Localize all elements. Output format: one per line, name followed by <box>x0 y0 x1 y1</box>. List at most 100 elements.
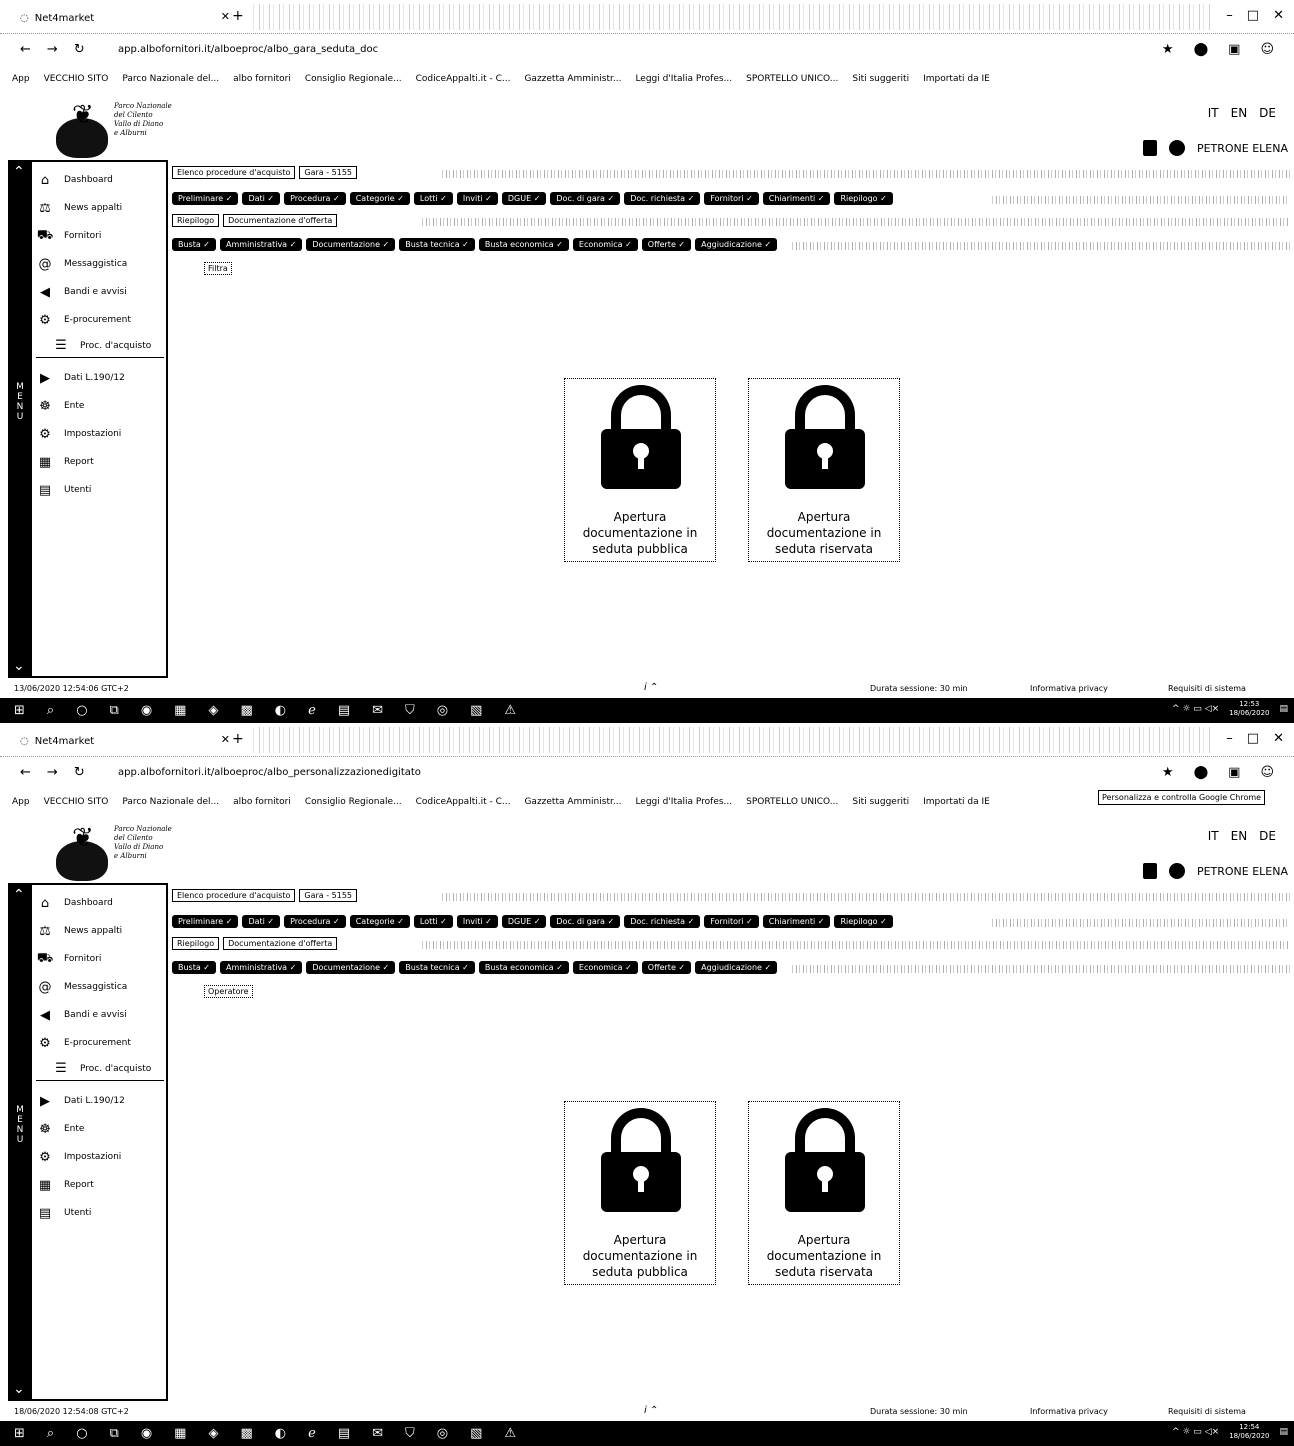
card-private-session[interactable]: Apertura documentazione in seduta riserv… <box>748 378 900 562</box>
scroll-down-icon[interactable]: ⌄ <box>13 658 25 674</box>
sidebar-item[interactable]: ⚖ News appalti <box>36 194 164 222</box>
tab-pill[interactable]: Procedura ✓ <box>284 915 346 928</box>
sidebar-item[interactable]: ⛟ Fornitori <box>36 945 164 973</box>
taskbar-app-icon[interactable]: ⚠ <box>504 703 516 718</box>
tab-pill[interactable]: Doc. di gara ✓ <box>550 192 621 205</box>
tab-pill[interactable]: Preliminare ✓ <box>172 915 239 928</box>
sidebar-item[interactable]: ☰ Proc. d'acquisto <box>36 1057 164 1081</box>
sidebar-item[interactable]: ▶ Dati L.190/12 <box>36 1087 164 1115</box>
requirements-link[interactable]: Requisiti di sistema <box>1168 684 1246 693</box>
sidebar-item[interactable]: ⚙ Impostazioni <box>36 420 164 448</box>
bookmark-item[interactable]: Parco Nazionale del... <box>122 797 219 807</box>
bookmark-item[interactable]: Parco Nazionale del... <box>122 74 219 84</box>
extension-icon-2[interactable]: ▣ <box>1228 765 1240 780</box>
sidebar-item[interactable]: ◀ Bandi e avvisi <box>36 1001 164 1029</box>
extension-icon[interactable]: ⬤ <box>1194 42 1209 57</box>
taskbar-app-icon[interactable]: ▤ <box>338 1426 350 1441</box>
cortana-icon[interactable]: ○ <box>76 1426 87 1441</box>
language-flag-icon[interactable]: EN <box>1231 106 1248 120</box>
bookmark-item[interactable]: Importati da IE <box>923 74 990 84</box>
calendar-icon[interactable] <box>1142 140 1157 156</box>
breadcrumb-list[interactable]: Elenco procedure d'acquisto <box>172 166 296 179</box>
scroll-down-icon[interactable]: ⌄ <box>13 1381 25 1397</box>
tray-icons[interactable]: ^ ☼ ▭ ◁× <box>1172 1427 1219 1437</box>
tab-pill[interactable]: Riepilogo ✓ <box>834 192 893 205</box>
tab-pill[interactable]: Procedura ✓ <box>284 192 346 205</box>
tab-pill[interactable]: Documentazione ✓ <box>306 961 396 974</box>
tab-pill[interactable]: Riepilogo ✓ <box>834 915 893 928</box>
tab-pill[interactable]: Busta tecnica ✓ <box>399 961 475 974</box>
url-field[interactable]: app.albofornitori.it/alboeproc/albo_pers… <box>118 767 421 778</box>
bookmark-item[interactable]: Siti suggeriti <box>852 74 909 84</box>
sidebar-item[interactable]: ⚙ E-procurement <box>36 306 164 334</box>
tray-icons[interactable]: ^ ☼ ▭ ◁× <box>1172 704 1219 714</box>
bookmark-item[interactable]: albo fornitori <box>233 74 291 84</box>
filter-button[interactable]: Operatore <box>204 985 253 998</box>
tab-pill[interactable]: Busta economica ✓ <box>478 961 569 974</box>
back-icon[interactable]: ← <box>20 765 31 780</box>
taskbar-app-icon[interactable]: ▦ <box>174 1426 186 1441</box>
tab-pill[interactable]: Chiarimenti ✓ <box>762 915 831 928</box>
menu-vertical-label[interactable]: MENU <box>15 382 25 422</box>
tab-pill[interactable]: Preliminare ✓ <box>172 192 239 205</box>
sidebar-item[interactable]: ⚙ Impostazioni <box>36 1143 164 1171</box>
tab-pill[interactable]: Lotti ✓ <box>413 915 453 928</box>
taskbar-app-icon[interactable]: ◉ <box>141 703 152 718</box>
extension-icon-2[interactable]: ▣ <box>1228 42 1240 57</box>
taskbar-app-icon[interactable]: ⛉ <box>405 1426 415 1441</box>
language-flag-icon[interactable]: IT <box>1208 106 1219 120</box>
tab-riepilogo[interactable]: Riepilogo <box>172 214 220 227</box>
taskbar-app-icon[interactable]: ▩ <box>240 703 252 718</box>
task-view-icon[interactable]: ⧉ <box>110 703 119 718</box>
bookmark-item[interactable]: Leggi d'Italia Profes... <box>635 797 732 807</box>
reload-icon[interactable]: ↻ <box>74 765 85 780</box>
tab-documentazione[interactable]: Documentazione d'offerta <box>223 214 338 227</box>
language-flag-icon[interactable]: DE <box>1259 106 1276 120</box>
sidebar-item[interactable]: ⚙ E-procurement <box>36 1029 164 1057</box>
new-tab-icon[interactable]: + <box>232 8 244 24</box>
taskbar-app-icon[interactable]: ◈ <box>208 1426 218 1441</box>
bookmark-item[interactable]: Consiglio Regionale... <box>305 74 402 84</box>
tab-pill[interactable]: Chiarimenti ✓ <box>762 192 831 205</box>
maximize-icon[interactable]: □ <box>1247 8 1259 23</box>
tab-pill[interactable]: Amministrativa ✓ <box>220 238 303 251</box>
bookmark-item[interactable]: CodiceAppalti.it - C... <box>416 74 511 84</box>
tab-pill[interactable]: Amministrativa ✓ <box>220 961 303 974</box>
sidebar-item[interactable]: ⚖ News appalti <box>36 917 164 945</box>
tab-pill[interactable]: Economica ✓ <box>572 961 638 974</box>
edge-icon[interactable]: ℯ <box>308 703 316 718</box>
tab-pill[interactable]: Aggiudicazione ✓ <box>695 238 778 251</box>
bookmark-item[interactable]: App <box>12 74 30 84</box>
taskbar-app-icon[interactable]: ✉ <box>372 703 383 718</box>
taskbar-app-icon[interactable]: ▩ <box>240 1426 252 1441</box>
maximize-icon[interactable]: □ <box>1247 731 1259 746</box>
sidebar-item[interactable]: @ Messaggistica <box>36 973 164 1001</box>
bookmark-item[interactable]: Importati da IE <box>923 797 990 807</box>
sidebar-item[interactable]: @ Messaggistica <box>36 250 164 278</box>
sidebar-item[interactable]: ⌂ Dashboard <box>36 889 164 917</box>
taskbar-app-icon[interactable]: ◐ <box>275 1426 286 1441</box>
forward-icon[interactable]: → <box>47 42 58 57</box>
minimize-icon[interactable]: – <box>1226 731 1233 746</box>
bookmark-item[interactable]: Gazzetta Amministr... <box>524 797 621 807</box>
profile-icon[interactable]: ☺ <box>1260 42 1274 57</box>
reload-icon[interactable]: ↻ <box>74 42 85 57</box>
tab-pill[interactable]: Fornitori ✓ <box>704 915 759 928</box>
bookmark-item[interactable]: Siti suggeriti <box>852 797 909 807</box>
card-public-session[interactable]: Apertura documentazione in seduta pubbli… <box>564 1101 716 1285</box>
privacy-link[interactable]: Informativa privacy <box>1030 1407 1108 1416</box>
close-window-icon[interactable]: ✕ <box>1273 731 1284 746</box>
tab-pill[interactable]: Doc. di gara ✓ <box>550 915 621 928</box>
edge-icon[interactable]: ℯ <box>308 1426 316 1441</box>
info-icon[interactable]: i ⌃ <box>644 1405 658 1416</box>
tab-close-icon[interactable]: ✕ <box>221 10 230 23</box>
tab-pill[interactable]: Inviti ✓ <box>456 915 498 928</box>
tab-pill[interactable]: Documentazione ✓ <box>306 238 396 251</box>
chrome-icon[interactable]: ◎ <box>437 1426 448 1441</box>
notifications-icon[interactable]: ▤ <box>1279 1427 1288 1437</box>
taskbar-app-icon[interactable]: ⛉ <box>405 703 415 718</box>
bookmark-item[interactable]: App <box>12 797 30 807</box>
task-view-icon[interactable]: ⧉ <box>110 1426 119 1441</box>
tab-pill[interactable]: Inviti ✓ <box>456 192 498 205</box>
taskbar-app-icon[interactable]: ▧ <box>470 1426 482 1441</box>
